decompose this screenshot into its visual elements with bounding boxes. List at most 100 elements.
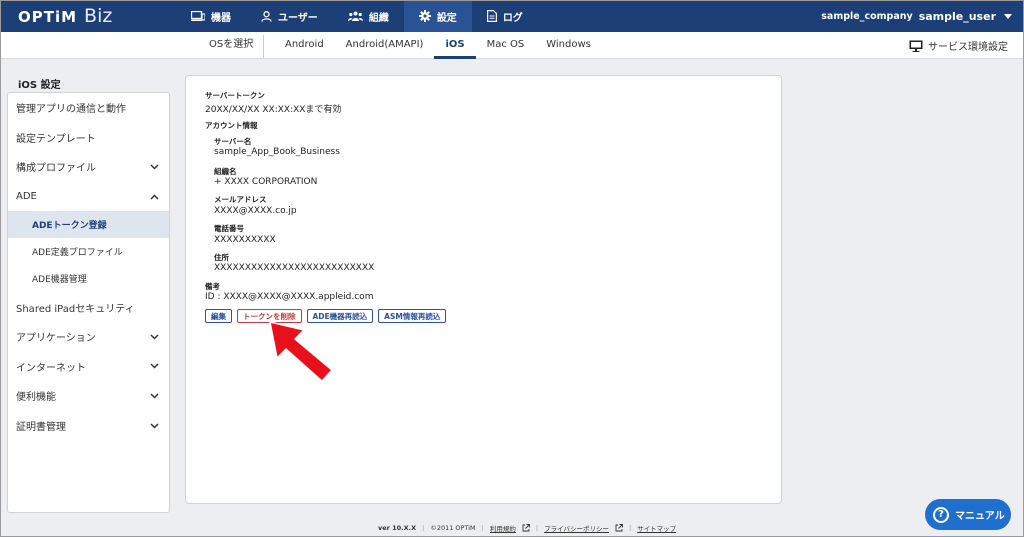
org-name-value: + XXXX CORPORATION [214, 177, 318, 187]
chevron-down-icon [150, 334, 159, 340]
sidebar-item-label: 管理アプリの通信と動作 [16, 104, 126, 116]
sitemap-link[interactable]: サイトマップ [637, 523, 676, 533]
chevron-down-icon [150, 363, 159, 369]
service-env-settings-link[interactable]: サービス環境設定 [909, 32, 1008, 59]
company-name: sample_company [821, 10, 913, 22]
main-nav: 機器 ユーザー 組織 設定 ログ [176, 0, 538, 32]
org-name-label: 組織名 [214, 167, 237, 176]
address-value: XXXXXXXXXXXXXXXXXXXXXXXXXX [214, 263, 375, 273]
address-label: 住所 [214, 253, 229, 262]
sidebar-item-utilities[interactable]: 便利機能 [8, 381, 169, 411]
footer-separator: | [481, 524, 484, 532]
external-link-icon [522, 524, 530, 532]
server-token-value: 20XX/XX/XX XX:XX:XXまで有効 [205, 105, 342, 115]
footer-separator: | [422, 524, 425, 532]
chevron-up-icon [150, 194, 159, 200]
nav-logs[interactable]: ログ [472, 0, 538, 32]
chevron-down-icon [150, 423, 159, 429]
sidebar-item-label: ADE定義プロファイル [32, 248, 123, 259]
footer: ver 10.X.X | ©2011 OPTiM | 利用規約 | プライバシー… [378, 523, 676, 533]
sidebar-item-certificates[interactable]: 証明書管理 [8, 411, 169, 441]
sidebar-item-ade-devices[interactable]: ADE機器管理 [8, 265, 169, 292]
external-link-icon [615, 524, 623, 532]
sidebar-item-ade-profile[interactable]: ADE定義プロファイル [8, 238, 169, 265]
document-icon [486, 10, 497, 22]
sidebar-item-app-communication[interactable]: 管理アプリの通信と動作 [8, 93, 169, 123]
nav-users[interactable]: ユーザー [246, 0, 333, 32]
top-header: OPTiM Biz 機器 ユーザー 組織 設定 ログ sample_compan… [0, 0, 1024, 32]
tab-android-amapi[interactable]: Android(AMAPI) [335, 32, 435, 59]
server-name-label: サーバー名 [214, 137, 252, 146]
copyright-text: ©2011 OPTiM [430, 524, 476, 532]
manual-label: マニュアル [955, 511, 1005, 522]
sidebar-item-shared-ipad[interactable]: Shared iPadセキュリティ [8, 292, 169, 322]
sidebar-item-label: ADEトークン登録 [32, 221, 107, 232]
chevron-down-icon [150, 164, 159, 170]
device-icon [191, 10, 205, 21]
sidebar-item-label: ADE [16, 191, 37, 203]
privacy-policy-link[interactable]: プライバシーポリシー [544, 523, 609, 533]
sidebar-item-label: インターネット [16, 362, 86, 374]
sidebar-item-ade-token[interactable]: ADEトークン登録 [8, 211, 169, 239]
notes-label: 備考 [205, 282, 220, 291]
ade-token-card: サーバートークン 20XX/XX/XX XX:XX:XXまで有効 アカウント情報… [185, 75, 782, 504]
gear-icon [418, 10, 431, 22]
user-menu[interactable]: sample_company sample_user [821, 0, 1012, 32]
os-tab-bar: OSを選択 Android Android(AMAPI) iOS Mac OS … [0, 32, 1024, 59]
nav-organization[interactable]: 組織 [333, 0, 404, 32]
sidebar-item-label: アプリケーション [16, 333, 96, 345]
divider [263, 35, 264, 58]
edit-button[interactable]: 編集 [205, 309, 232, 323]
tab-windows[interactable]: Windows [535, 32, 602, 59]
reload-asm-info-button[interactable]: ASM情報再読込 [378, 309, 447, 323]
sidebar-item-label: 便利機能 [16, 392, 56, 404]
tab-macos[interactable]: Mac OS [476, 32, 536, 59]
logo-product: Biz [84, 5, 113, 27]
version-text: ver 10.X.X [378, 524, 417, 532]
sidebar-item-config-profile[interactable]: 構成プロファイル [8, 152, 169, 182]
nav-devices[interactable]: 機器 [176, 0, 246, 32]
footer-separator: | [535, 524, 539, 532]
server-name-value: sample_App_Book_Business [214, 147, 340, 157]
sidebar-item-label: 設定テンプレート [16, 133, 96, 145]
sidebar-item-settings-template[interactable]: 設定テンプレート [8, 123, 169, 153]
user-name: sample_user [918, 9, 996, 23]
sidebar-item-label: Shared iPadセキュリティ [16, 303, 135, 315]
phone-value: XXXXXXXXXX [214, 235, 276, 245]
logo-brand: OPTiM [18, 8, 78, 26]
monitor-icon [909, 40, 923, 52]
help-icon: ? [933, 506, 949, 523]
manual-button[interactable]: ? マニュアル [925, 499, 1011, 530]
os-tabs: Android Android(AMAPI) iOS Mac OS Window… [274, 32, 602, 59]
email-value: XXXX@XXXX.co.jp [214, 206, 297, 216]
user-icon [261, 10, 272, 22]
settings-sidebar: 管理アプリの通信と動作 設定テンプレート 構成プロファイル ADE ADEトーク… [7, 92, 170, 513]
notes-value: ID : XXXX@XXXX@XXXX.appleid.com [205, 292, 374, 302]
os-select-label: OSを選択 [209, 39, 254, 50]
nav-users-label: ユーザー [278, 12, 318, 24]
service-env-label: サービス環境設定 [928, 42, 1008, 53]
footer-separator: | [628, 524, 632, 532]
chevron-down-icon [150, 393, 159, 399]
nav-settings-label: 設定 [436, 12, 457, 24]
nav-organization-label: 組織 [368, 12, 389, 24]
sidebar-item-applications[interactable]: アプリケーション [8, 322, 169, 352]
optim-biz-logo[interactable]: OPTiM Biz [18, 5, 112, 27]
sidebar-item-ade[interactable]: ADE [8, 182, 169, 212]
sidebar-item-internet[interactable]: インターネット [8, 352, 169, 382]
nav-settings[interactable]: 設定 [403, 0, 472, 32]
tab-android[interactable]: Android [274, 32, 335, 59]
sidebar-item-label: ADE機器管理 [32, 275, 87, 286]
nav-devices-label: 機器 [211, 12, 231, 24]
sidebar-item-label: 構成プロファイル [16, 163, 96, 175]
server-token-label: サーバートークン [205, 91, 265, 100]
sidebar-title: iOS 設定 [18, 80, 61, 91]
nav-logs-label: ログ [502, 12, 523, 24]
sidebar-item-label: 証明書管理 [16, 422, 66, 434]
terms-link[interactable]: 利用規約 [490, 523, 516, 533]
email-label: メールアドレス [214, 195, 267, 204]
caret-down-icon [1004, 13, 1012, 19]
account-info-label: アカウント情報 [205, 121, 258, 130]
tab-ios[interactable]: iOS [434, 32, 476, 59]
phone-label: 電話番号 [214, 224, 244, 233]
